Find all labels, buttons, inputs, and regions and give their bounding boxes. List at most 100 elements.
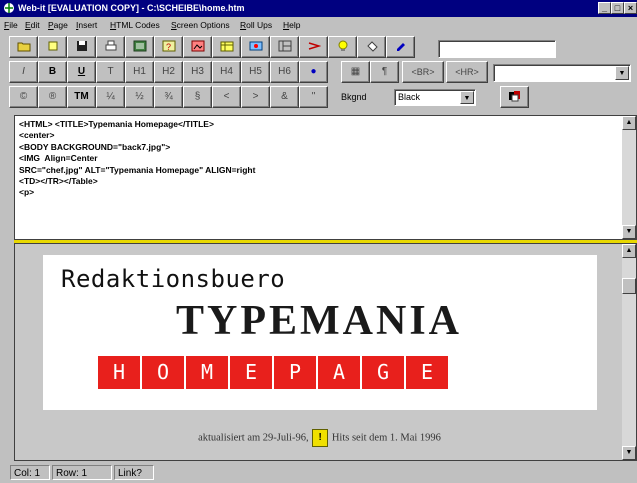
menu-html-codes[interactable]: HTML Codes — [110, 18, 160, 33]
table-button[interactable] — [212, 36, 241, 58]
background-color-select[interactable]: Black ▼ — [394, 89, 476, 106]
frames-button[interactable] — [270, 36, 299, 58]
editor-scrollbar[interactable]: ▲ ▼ — [622, 116, 636, 239]
scroll-down-icon[interactable]: ▼ — [622, 225, 636, 239]
image-button[interactable] — [183, 36, 212, 58]
trademark-button[interactable]: TM — [67, 86, 96, 108]
heading-6-button[interactable]: H6 — [270, 61, 299, 83]
scroll-up-icon[interactable]: ▲ — [622, 116, 636, 130]
search-field[interactable] — [438, 40, 556, 58]
heading-1-button[interactable]: H1 — [125, 61, 154, 83]
greater-than-button[interactable]: > — [241, 86, 270, 108]
italic-button[interactable]: I — [9, 61, 38, 83]
chevron-down-icon[interactable]: ▼ — [460, 91, 474, 104]
floppy-disk-icon — [76, 41, 87, 51]
question-book-icon: ? — [162, 40, 175, 52]
footer-hits-text: Hits seit dem 1. Mai 1996 — [331, 432, 441, 444]
browser-preview-button[interactable] — [125, 36, 154, 58]
arrow-link-icon — [308, 42, 321, 50]
homepage-tile: A — [318, 356, 360, 389]
teletype-button[interactable]: T — [96, 61, 125, 83]
tip-button[interactable] — [328, 36, 357, 58]
printer-icon — [105, 40, 116, 51]
lightbulb-icon — [338, 40, 347, 51]
heading-3-button[interactable]: H3 — [183, 61, 212, 83]
toolbar-characters: © ® TM ¼ ½ ¾ § < > & " Bkgnd Black ▼ — [0, 86, 637, 110]
heading-5-button[interactable]: H5 — [241, 61, 270, 83]
underline-button[interactable]: U — [67, 61, 96, 83]
background-color-value: Black — [398, 92, 421, 102]
less-than-button[interactable]: < — [212, 86, 241, 108]
menu-page[interactable]: Page — [48, 18, 68, 33]
heading-2-button[interactable]: H2 — [154, 61, 183, 83]
eraser-button[interactable] — [357, 36, 386, 58]
scroll-thumb[interactable] — [622, 278, 636, 294]
homepage-tile: P — [274, 356, 316, 389]
section-button[interactable]: § — [183, 86, 212, 108]
code-line: <p> — [19, 187, 35, 198]
folder-icon — [17, 42, 30, 52]
form-button[interactable] — [241, 36, 270, 58]
app-icon — [4, 3, 14, 13]
bold-button[interactable]: B — [38, 61, 67, 83]
scroll-up-icon[interactable]: ▲ — [622, 244, 636, 258]
tag-select[interactable]: ▼ — [493, 64, 631, 82]
list-button[interactable]: ▦ — [341, 61, 370, 83]
status-row: Row: 1 — [52, 465, 112, 480]
palette-icon — [508, 91, 520, 102]
hit-counter-icon: ! — [312, 429, 329, 447]
homepage-tile: O — [142, 356, 184, 389]
heading-4-button[interactable]: H4 — [212, 61, 241, 83]
registered-button[interactable]: ® — [38, 86, 67, 108]
link-button[interactable] — [299, 36, 328, 58]
code-line: <IMG Align=Center — [19, 153, 98, 164]
title-bar: Web-it [EVALUATION COPY] - C:\SCHEIBE\ho… — [0, 0, 637, 17]
frames-icon — [278, 40, 291, 52]
save-button[interactable] — [67, 36, 96, 58]
homepage-tile: E — [230, 356, 272, 389]
form-icon — [249, 41, 262, 51]
preview-scrollbar[interactable]: ▲ ▼ — [622, 244, 636, 460]
bullet-list-button[interactable]: ● — [299, 61, 328, 83]
bkgnd-label: Bkgnd — [341, 92, 367, 102]
banner-redaktionsbuero: Redaktionsbuero — [61, 265, 286, 293]
menu-bar: File Edit Page Insert HTML Codes Screen … — [0, 18, 637, 33]
horizontal-rule-button[interactable]: <HR> — [446, 61, 488, 83]
toolbar-file: ? — [0, 36, 637, 60]
menu-file[interactable]: File — [4, 18, 18, 33]
menu-screen-options[interactable]: Screen Options — [171, 18, 230, 33]
copyright-button[interactable]: © — [9, 86, 38, 108]
banner-typemania: TYPEMANIA — [176, 298, 462, 344]
bookmark-button[interactable] — [386, 36, 415, 58]
open-folder-button[interactable] — [9, 36, 38, 58]
homepage-tile: E — [406, 356, 448, 389]
three-quarters-button[interactable]: ¾ — [154, 86, 183, 108]
toolbar-format: I B U T H1 H2 H3 H4 H5 H6 ● ▦ ¶ <BR> <HR… — [0, 61, 637, 85]
window-title: Web-it [EVALUATION COPY] - C:\SCHEIBE\ho… — [18, 3, 245, 13]
code-line: <BODY BACKGROUND="back7.jpg"> — [19, 141, 171, 152]
document-icon — [48, 41, 57, 51]
menu-help[interactable]: Help — [283, 18, 300, 33]
new-document-button[interactable] — [38, 36, 67, 58]
help-button[interactable]: ? — [154, 36, 183, 58]
menu-insert[interactable]: Insert — [76, 18, 97, 33]
color-palette-button[interactable] — [500, 86, 529, 108]
chevron-down-icon[interactable]: ▼ — [615, 66, 629, 80]
homepage-tile: M — [186, 356, 228, 389]
menu-roll-ups[interactable]: Roll Ups — [240, 18, 272, 33]
ampersand-button[interactable]: & — [270, 86, 299, 108]
banner-homepage-tiles: H O M E P A G E — [98, 356, 448, 389]
line-break-button[interactable]: <BR> — [402, 61, 444, 83]
one-quarter-button[interactable]: ¼ — [96, 86, 125, 108]
html-source-editor[interactable]: <HTML> <TITLE>Typemania Homepage</TITLE>… — [14, 115, 637, 240]
paragraph-button[interactable]: ¶ — [370, 61, 399, 83]
print-button[interactable] — [96, 36, 125, 58]
maximize-button[interactable]: □ — [611, 2, 624, 14]
minimize-button[interactable]: _ — [598, 2, 611, 14]
quote-button[interactable]: " — [299, 86, 328, 108]
close-button[interactable]: × — [624, 2, 637, 14]
scroll-down-icon[interactable]: ▼ — [622, 446, 636, 460]
homepage-tile: H — [98, 356, 140, 389]
menu-edit[interactable]: Edit — [25, 18, 40, 33]
one-half-button[interactable]: ½ — [125, 86, 154, 108]
